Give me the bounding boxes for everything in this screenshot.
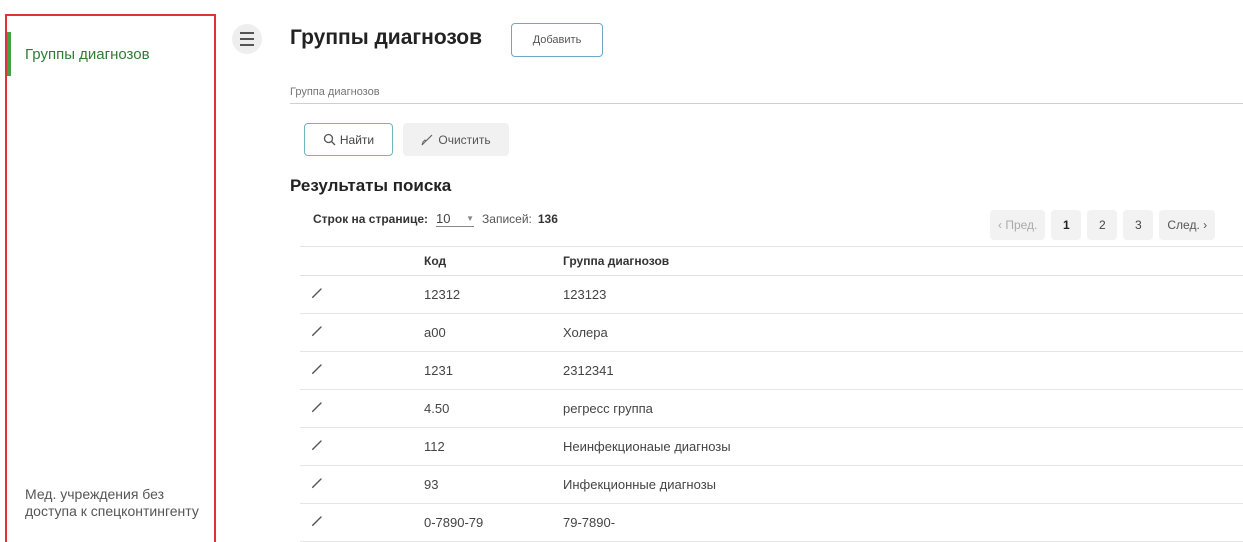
page-button-1[interactable]: 1 bbox=[1051, 210, 1082, 240]
diagnosis-group-input[interactable] bbox=[290, 86, 1243, 98]
cell-group: регресс группа bbox=[563, 401, 653, 416]
cell-code: 1231 bbox=[424, 363, 453, 378]
diagnosis-group-filter[interactable] bbox=[290, 82, 1243, 104]
edit-icon[interactable] bbox=[310, 324, 324, 341]
rows-per-page-value: 10 bbox=[436, 211, 451, 226]
table-row: 1231 2312341 bbox=[300, 352, 1243, 390]
cell-code: 0-7890-79 bbox=[424, 515, 484, 530]
sidebar-item-med-institutions[interactable]: Мед. учреждения без доступа к спецконтин… bbox=[25, 486, 205, 520]
table-row: 93 Инфекционные диагнозы bbox=[300, 466, 1243, 504]
add-button[interactable]: Добавить bbox=[511, 23, 603, 57]
sidebar: Группы диагнозов Мед. учреждения без дос… bbox=[5, 14, 216, 542]
rows-per-page: Строк на странице: 10 ▼ Записей: 136 bbox=[313, 211, 558, 227]
table-header: Код Группа диагнозов bbox=[300, 246, 1243, 276]
edit-icon[interactable] bbox=[310, 514, 324, 531]
edit-icon[interactable] bbox=[310, 438, 324, 455]
pagination: ‹ Пред. 1 2 3 След. › bbox=[990, 210, 1216, 240]
next-page-button[interactable]: След. › bbox=[1159, 210, 1216, 240]
cell-group: Инфекционные диагнозы bbox=[563, 477, 717, 492]
cell-code: 4.50 bbox=[424, 401, 450, 416]
results-table: Код Группа диагнозов 12312 123123 а00 Холер… bbox=[300, 246, 1243, 542]
clear-label: Очистить bbox=[438, 132, 491, 147]
table-row: 0-7890-79 79-7890- bbox=[300, 504, 1243, 542]
cell-group: Неинфекционаые диагнозы bbox=[563, 439, 731, 454]
table-row: 4.50 регресс группа bbox=[300, 390, 1243, 428]
clear-button[interactable]: Очистить bbox=[403, 123, 509, 156]
page-title: Группы диагнозов bbox=[290, 26, 483, 49]
active-indicator bbox=[7, 32, 11, 76]
cell-code: а00 bbox=[424, 325, 446, 340]
edit-icon[interactable] bbox=[310, 476, 324, 493]
table-row: а00 Холера bbox=[300, 314, 1243, 352]
cell-code: 93 bbox=[424, 477, 439, 492]
search-icon bbox=[323, 133, 336, 146]
page-button-2[interactable]: 2 bbox=[1087, 210, 1118, 240]
menu-icon bbox=[240, 32, 254, 34]
cell-group: Холера bbox=[563, 325, 608, 340]
prev-page-button[interactable]: ‹ Пред. bbox=[990, 210, 1046, 240]
cell-group: 123123 bbox=[563, 287, 607, 302]
sidebar-item-label: Группы диагнозов bbox=[25, 45, 150, 63]
column-header-group[interactable]: Группа диагнозов bbox=[563, 254, 1243, 268]
edit-icon[interactable] bbox=[310, 362, 324, 379]
column-header-code[interactable]: Код bbox=[424, 254, 563, 268]
rows-per-page-label: Строк на странице: bbox=[313, 212, 429, 226]
cell-group: 2312341 bbox=[563, 363, 614, 378]
chevron-down-icon: ▼ bbox=[466, 214, 475, 223]
sidebar-item-diagnosis-groups[interactable]: Группы диагнозов bbox=[7, 30, 214, 78]
cell-group: 79-7890- bbox=[563, 515, 616, 530]
find-button[interactable]: Найти bbox=[304, 123, 393, 156]
records-count: 136 bbox=[537, 212, 558, 226]
table-row: 112 Неинфекционаые диагнозы bbox=[300, 428, 1243, 466]
cell-code: 12312 bbox=[424, 287, 461, 302]
records-label: Записей: bbox=[482, 212, 532, 226]
page-button-3[interactable]: 3 bbox=[1123, 210, 1154, 240]
menu-toggle-button[interactable] bbox=[232, 24, 262, 54]
edit-icon[interactable] bbox=[310, 400, 324, 417]
rows-per-page-select[interactable]: 10 ▼ bbox=[436, 211, 475, 227]
broom-icon bbox=[421, 134, 433, 145]
table-row: 12312 123123 bbox=[300, 276, 1243, 314]
edit-icon[interactable] bbox=[310, 286, 324, 303]
table-body: 12312 123123 а00 Холера 1231 2312341 4.50 регре… bbox=[300, 276, 1243, 542]
cell-code: 112 bbox=[424, 439, 445, 454]
find-label: Найти bbox=[339, 132, 375, 147]
results-title: Результаты поиска bbox=[290, 176, 452, 195]
